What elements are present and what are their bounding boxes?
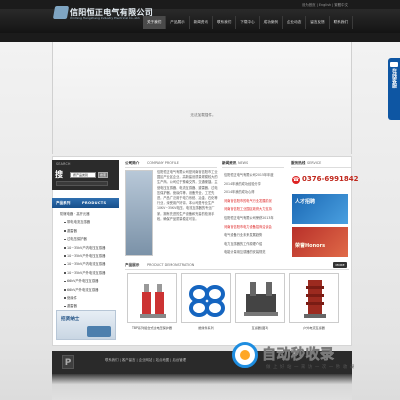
search-input[interactable] bbox=[56, 181, 108, 186]
products-title-en: PRODUCT DEMONSTRATION bbox=[147, 263, 195, 267]
phone-icon: ☎ bbox=[292, 176, 300, 184]
more-button[interactable]: MORE bbox=[333, 262, 347, 268]
about-text: 信阳恒正电气有限公司是河南省信阳市工业园区产业区企业，高新建设质量规模较大的生产… bbox=[157, 170, 218, 221]
about-title-en: COMPANY PROFILE bbox=[147, 161, 179, 165]
watermark-title: 自动秒收录 bbox=[262, 347, 335, 364]
product-menu-item[interactable]: 过电压保护器 bbox=[56, 235, 118, 243]
product-caption[interactable]: 互感器(图3) bbox=[235, 325, 285, 330]
recruitment-banner[interactable]: 人才招聘 bbox=[292, 194, 348, 224]
product-caption[interactable]: 绝缘件系列 bbox=[181, 325, 231, 330]
online-service-tab[interactable]: 在线客服 bbox=[388, 58, 400, 120]
product-menu-item[interactable]: 绝缘件 bbox=[56, 294, 118, 302]
news-header: 新闻资讯 NEWS bbox=[222, 160, 284, 168]
product-image[interactable] bbox=[289, 273, 339, 323]
product-menu-item[interactable]: 10~35kV户内电流互感器 bbox=[56, 260, 118, 268]
news-item[interactable]: 2014年我的成功心得 bbox=[224, 188, 286, 197]
news-item[interactable]: 2014年我的成功经验分享 bbox=[224, 180, 286, 189]
news-title-en: NEWS bbox=[238, 161, 249, 165]
products-header: 产品展示 PRODUCT DEMONSTRATION MORE bbox=[125, 262, 349, 270]
search-category-select[interactable]: 按产品类别 bbox=[70, 172, 96, 178]
footer-links[interactable]: 联系我们 | 客户留言 | 企业网站 | 站点地图 | 后台管理 bbox=[105, 357, 186, 362]
news-item[interactable]: 电能计量用互感器的安装规范 bbox=[224, 248, 286, 257]
main-nav: 关于我们 产品展示 新闻资讯 联系我们 下载中心 成功案例 企业动态 留言反馈 联系我们 bbox=[143, 16, 353, 29]
search-panel: SEARCH 搜 按产品类别 搜索 bbox=[52, 160, 119, 190]
search-title: SEARCH bbox=[56, 162, 71, 166]
service-title-cn: 服务热线 bbox=[291, 161, 306, 165]
nav-item[interactable]: 下载中心 bbox=[236, 16, 260, 29]
product-image[interactable] bbox=[127, 273, 177, 323]
nav-item[interactable]: 联系我们 bbox=[213, 16, 237, 29]
watermark-logo-dot bbox=[240, 350, 250, 360]
news-item[interactable]: 电力互感器的工作原理介绍 bbox=[224, 240, 286, 249]
search-glyph: 搜 bbox=[55, 170, 63, 179]
product-menu-item[interactable]: 防爆电器 · 高开元器 bbox=[56, 210, 118, 218]
products-menu-header: 产品系列 PRODUCTS bbox=[52, 198, 119, 208]
product-card[interactable]: TBP系列组合式过电压保护器 bbox=[127, 273, 177, 337]
nav-item[interactable]: 关于我们 bbox=[143, 16, 167, 29]
watermark-logo-icon bbox=[232, 342, 258, 368]
job-image bbox=[87, 326, 111, 337]
nav-item[interactable]: 企业动态 bbox=[283, 16, 307, 29]
logo-icon[interactable] bbox=[52, 6, 70, 19]
product-card[interactable]: 绝缘件系列 bbox=[181, 273, 231, 337]
about-title-cn: 公司简介 bbox=[125, 161, 140, 165]
news-item[interactable]: 河南省信阳市的电气行业发展前景 bbox=[224, 197, 286, 206]
product-menu-item[interactable]: 10~35kV户内电压互感器 bbox=[56, 244, 118, 252]
products-menu-title-en: PRODUCTS bbox=[82, 201, 107, 205]
nav-item[interactable]: 新闻资讯 bbox=[190, 16, 213, 29]
product-menu-item[interactable]: 避雷器 bbox=[56, 227, 118, 235]
product-menu-item[interactable]: 66kV户外电流互感器 bbox=[56, 286, 118, 294]
product-caption[interactable]: 户外电流互感器 bbox=[289, 325, 339, 330]
logo-subtitle: XinYang Hengzheng Industry Electrical Co… bbox=[70, 16, 141, 20]
nav-item[interactable]: 产品展示 bbox=[166, 16, 190, 29]
banner-area: 无法加载插件。 bbox=[52, 42, 352, 154]
news-item[interactable]: 河南省信阳工业园区政府大力支持 bbox=[224, 205, 286, 214]
product-menu-item[interactable]: 10~35kV户外电流互感器 bbox=[56, 269, 118, 277]
plugin-message: 无法加载插件。 bbox=[190, 113, 216, 117]
watermark-subtitle: 做 上 好 站 一 来 访 一 次 一 秒 收 录 bbox=[266, 365, 355, 370]
recruitment-label: 人才招聘 bbox=[295, 199, 316, 205]
nav-item[interactable]: 联系我们 bbox=[330, 16, 353, 29]
footer-shadow bbox=[52, 374, 352, 400]
service-title-en: SERVICE bbox=[307, 161, 322, 165]
online-service-label: 在线客服 bbox=[391, 68, 397, 88]
service-phone: ☎ 0376-6991842 bbox=[292, 175, 358, 186]
news-item[interactable]: 信阳恒正电气有限公司荣获2013年 bbox=[224, 214, 286, 223]
company-image bbox=[125, 170, 153, 256]
product-menu-item[interactable]: 带电电流互感器 bbox=[56, 218, 118, 226]
news-item[interactable]: 信阳恒正电气有限公司2015年年度 bbox=[224, 171, 286, 180]
news-title-cn: 新闻资讯 bbox=[222, 161, 237, 165]
search-button[interactable]: 搜索 bbox=[98, 172, 108, 178]
news-list: 信阳恒正电气有限公司2015年年度 2014年我的成功经验分享 2014年我的成功心… bbox=[224, 171, 286, 257]
product-image[interactable] bbox=[235, 273, 285, 323]
products-menu-title-cn: 产品系列 bbox=[56, 201, 71, 205]
job-label: 招贤纳士 bbox=[61, 317, 80, 322]
nav-item[interactable]: 成功案例 bbox=[260, 16, 283, 29]
news-item[interactable]: 电气设备行业未来发展趋势 bbox=[224, 231, 286, 240]
about-header: 公司简介 COMPANY PROFILE bbox=[125, 160, 217, 168]
watermark: 自动秒收录 做 上 好 站 一 来 访 一 次 一 秒 收 录 bbox=[232, 342, 382, 376]
product-card[interactable]: 互感器(图3) bbox=[235, 273, 285, 337]
nav-item[interactable]: 留言反馈 bbox=[306, 16, 330, 29]
products-title-cn: 产品展示 bbox=[125, 263, 140, 267]
product-card[interactable]: 户外电流互感器 bbox=[289, 273, 339, 337]
honors-banner[interactable]: 荣誉Honors bbox=[292, 227, 348, 257]
product-menu-item[interactable]: 10~35kV户外电压互感器 bbox=[56, 252, 118, 260]
phone-number: 0376-6991842 bbox=[302, 175, 359, 183]
news-item[interactable]: 河南省信阳市电力设备招商洽谈会 bbox=[224, 223, 286, 232]
product-image[interactable] bbox=[181, 273, 231, 323]
job-banner[interactable]: 招贤纳士 bbox=[56, 310, 116, 340]
chat-icon bbox=[390, 62, 398, 67]
products-menu-list: 防爆电器 · 高开元器 带电电流互感器 避雷器 过电压保护器 10~35kV户内电压互感… bbox=[56, 210, 118, 311]
top-links[interactable]: 设为首页 | English | 繁體中文 bbox=[302, 2, 348, 7]
product-menu-item[interactable]: 66kV户外电压互感器 bbox=[56, 277, 118, 285]
honors-label: 荣誉Honors bbox=[295, 243, 326, 249]
footer-logo-icon: P bbox=[62, 355, 74, 369]
products-list: TBP系列组合式过电压保护器 绝缘件系列 互感器(图3) 户外电流互感器 bbox=[127, 273, 351, 337]
service-header: 服务热线 SERVICE bbox=[291, 160, 351, 168]
product-caption[interactable]: TBP系列组合式过电压保护器 bbox=[127, 325, 177, 330]
